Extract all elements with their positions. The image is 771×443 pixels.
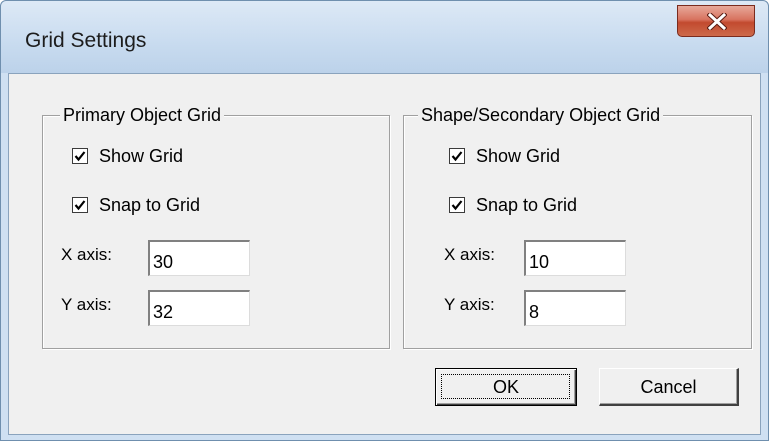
primary-group-title: Primary Object Grid: [60, 104, 225, 126]
primary-show-grid-option[interactable]: Show Grid: [72, 144, 183, 168]
ok-button-label: OK: [492, 377, 519, 397]
primary-show-grid-label: Show Grid: [99, 145, 184, 166]
primary-snap-to-grid-option[interactable]: Snap to Grid: [72, 193, 200, 217]
dialog-client-area: Primary Object Grid Show Grid Snap to Gr…: [8, 73, 761, 435]
primary-x-axis-input[interactable]: [148, 240, 250, 276]
secondary-y-axis-input[interactable]: [524, 290, 626, 326]
ok-button[interactable]: OK: [435, 368, 577, 406]
checkmark-icon: [74, 151, 86, 162]
secondary-object-grid-group: Shape/Secondary Object Grid Show Grid Sn…: [403, 104, 752, 349]
secondary-snap-to-grid-checkbox[interactable]: [449, 197, 465, 213]
primary-show-grid-checkbox[interactable]: [72, 148, 88, 164]
primary-snap-to-grid-label: Snap to Grid: [99, 194, 201, 215]
secondary-x-axis-input[interactable]: [524, 240, 626, 276]
primary-x-axis-label: X axis:: [61, 245, 113, 264]
secondary-show-grid-option[interactable]: Show Grid: [449, 144, 560, 168]
checkmark-icon: [451, 200, 463, 211]
checkmark-icon: [74, 200, 86, 211]
secondary-show-grid-label: Show Grid: [476, 145, 561, 166]
secondary-snap-to-grid-option[interactable]: Snap to Grid: [449, 193, 577, 217]
primary-object-grid-group: Primary Object Grid Show Grid Snap to Gr…: [42, 104, 390, 349]
dialog-title: Grid Settings: [25, 29, 147, 52]
secondary-show-grid-checkbox[interactable]: [449, 148, 465, 164]
primary-snap-to-grid-checkbox[interactable]: [72, 197, 88, 213]
grid-settings-dialog: Grid Settings Primary Object Grid Show G…: [0, 0, 769, 441]
close-icon: [707, 13, 727, 30]
cancel-button[interactable]: Cancel: [599, 368, 739, 406]
checkmark-icon: [451, 151, 463, 162]
secondary-y-axis-label: Y axis:: [444, 295, 495, 314]
primary-y-axis-label: Y axis:: [61, 295, 112, 314]
primary-y-axis-input[interactable]: [148, 290, 250, 326]
secondary-snap-to-grid-label: Snap to Grid: [476, 194, 578, 215]
title-bar[interactable]: Grid Settings: [1, 1, 768, 73]
cancel-button-label: Cancel: [640, 377, 697, 397]
close-button[interactable]: [677, 5, 755, 37]
secondary-x-axis-label: X axis:: [444, 245, 496, 264]
secondary-group-title: Shape/Secondary Object Grid: [418, 104, 664, 126]
